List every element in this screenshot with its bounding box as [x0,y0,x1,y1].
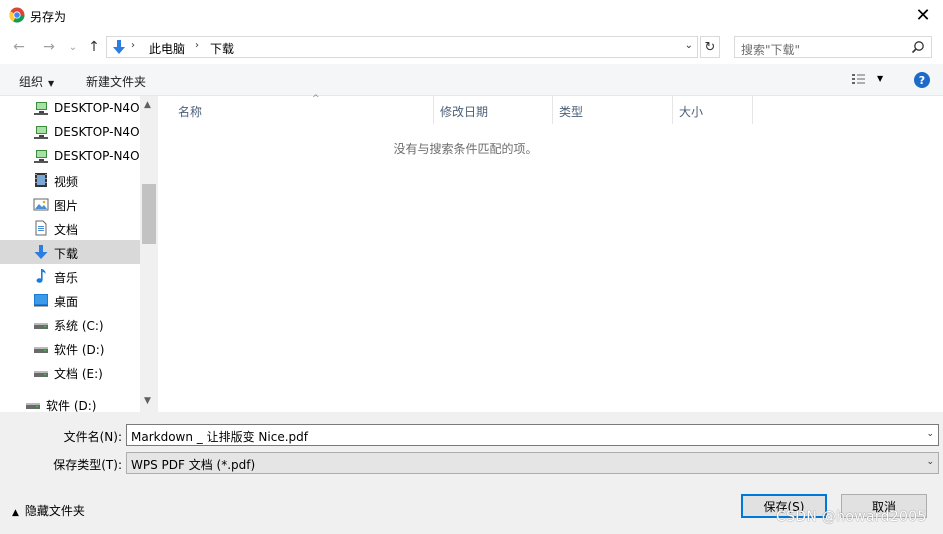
breadcrumb-downloads[interactable]: 下载 [210,40,234,57]
title-bar: 另存为 ✕ [0,0,943,32]
sidebar-scrollbar[interactable]: ▲ ▼ [140,96,158,412]
desktop-folder-icon [34,294,48,307]
video-folder-icon [35,173,47,187]
address-bar[interactable]: › 此电脑 › 下载 ⌄ [106,36,698,58]
chrome-icon [9,7,25,23]
sidebar-item-videos[interactable]: 视频 [0,168,140,192]
navigation-bar: ← → ⌄ ↑ › 此电脑 › 下载 ⌄ ↻ 搜索"下载" [0,32,943,62]
view-options-icon[interactable] [851,73,867,87]
empty-list-message: 没有与搜索条件匹配的项。 [393,142,538,156]
drive-icon [34,323,48,329]
network-computer-icon [34,102,48,115]
sidebar-item-drive-c[interactable]: 系统 (C:) [0,312,140,336]
drive-icon [34,371,48,377]
refresh-icon: ↻ [704,39,716,55]
organize-button[interactable]: 组织 ▼ [19,73,54,90]
sidebar-item-drive-e[interactable]: 文档 (E:) [0,360,140,384]
network-computer-icon [34,150,48,163]
recent-locations-button[interactable]: ⌄ [64,38,82,56]
back-button[interactable]: ← [10,38,28,56]
breadcrumb-separator[interactable]: › [195,40,199,51]
hide-folders-toggle[interactable]: ▲ 隐藏文件夹 [12,502,85,519]
drive-icon [34,347,48,353]
close-icon: ✕ [915,4,931,26]
sidebar-item-label: 视频 [54,175,79,189]
sidebar-item-label: 文档 [54,223,79,237]
command-toolbar: 组织 ▼ 新建文件夹 ▼ [0,64,943,96]
breadcrumb-separator[interactable]: › [131,40,135,51]
filename-label: 文件名(N): [63,430,122,444]
search-input[interactable]: 搜索"下载" [734,36,932,58]
column-header-name[interactable]: 名称 ^ [172,94,434,124]
new-folder-button[interactable]: 新建文件夹 [86,73,146,90]
drive-icon [26,403,40,409]
column-header-type[interactable]: 类型 [553,96,673,124]
sidebar-item-label: 音乐 [54,271,79,285]
sidebar-item-label: 软件 (D:) [54,343,105,357]
navigation-pane: DESKTOP-N4O DESKTOP-N4O DESKTOP-N4O 视频 图… [0,96,158,412]
scrollbar-thumb[interactable] [142,184,156,244]
organize-label: 组织 [19,75,44,89]
sidebar-item-documents[interactable]: 文档 [0,216,140,240]
sidebar-item-label: 图片 [54,199,79,213]
sidebar-item-pictures[interactable]: 图片 [0,192,140,216]
sidebar-item-label: DESKTOP-N4O [54,101,140,115]
view-caret-icon[interactable]: ▼ [877,74,883,83]
sidebar-item-drive-d[interactable]: 软件 (D:) [0,336,140,360]
sidebar-item-label: 下载 [54,247,79,261]
download-folder-icon [34,245,48,259]
file-list: 名称 ^ 修改日期 类型 大小 没有与搜索条件匹配的项。 [158,94,943,412]
sidebar-item-music[interactable]: 音乐 [0,264,140,288]
column-header-size[interactable]: 大小 [673,96,753,124]
column-label: 名称 [178,105,203,119]
window-title: 另存为 [30,10,67,24]
sidebar-item-label: 系统 (C:) [54,319,104,333]
search-icon [911,41,924,54]
sidebar-item-downloads[interactable]: 下载 [0,240,140,264]
sidebar-item-label: 文档 (E:) [54,367,103,381]
filetype-value: WPS PDF 文档 (*.pdf) [131,458,256,472]
search-placeholder: 搜索"下载" [741,43,801,57]
chevron-down-icon[interactable]: ⌄ [926,457,934,467]
hide-folders-label: 隐藏文件夹 [24,504,85,518]
documents-folder-icon [35,220,47,236]
breadcrumb-this-pc[interactable]: 此电脑 [149,40,185,57]
caret-up-icon: ▲ [12,508,19,518]
chevron-down-icon[interactable]: ⌄ [926,429,934,439]
caret-down-icon: ▼ [48,79,55,88]
sidebar-item-desktop-2[interactable]: DESKTOP-N4O [0,120,140,144]
music-folder-icon [36,269,46,283]
scroll-up-icon[interactable]: ▲ [144,100,151,110]
help-button[interactable]: ? [914,72,930,88]
forward-button[interactable]: → [40,38,58,56]
sort-ascending-icon: ^ [312,94,320,104]
sidebar-item-drive-d-2[interactable]: 软件 (D:) [0,392,140,412]
close-button[interactable]: ✕ [903,0,943,30]
up-button[interactable]: ↑ [85,38,103,56]
filetype-select[interactable]: WPS PDF 文档 (*.pdf) ⌄ [126,452,939,474]
address-dropdown-icon[interactable]: ⌄ [685,40,693,51]
watermark-text: CSDN @howard2005 [776,509,927,525]
network-computer-icon [34,126,48,139]
sidebar-item-label: DESKTOP-N4O [54,149,140,163]
pictures-folder-icon [33,198,49,211]
filename-value: Markdown _ 让排版变 Nice.pdf [131,430,308,444]
refresh-button[interactable]: ↻ [700,36,720,58]
save-options-pane: 文件名(N): Markdown _ 让排版变 Nice.pdf ⌄ 保存类型(… [0,412,943,534]
sidebar-item-desktop[interactable]: 桌面 [0,288,140,312]
download-icon [113,40,125,54]
sidebar-item-desktop-3[interactable]: DESKTOP-N4O [0,144,140,168]
scroll-down-icon[interactable]: ▼ [144,396,151,406]
sidebar-item-label: 软件 (D:) [46,399,97,412]
column-header-modified[interactable]: 修改日期 [434,96,553,124]
sidebar-item-label: 桌面 [54,295,79,309]
filename-input[interactable]: Markdown _ 让排版变 Nice.pdf ⌄ [126,424,939,446]
filetype-label: 保存类型(T): [53,458,122,472]
sidebar-item-label: DESKTOP-N4O [54,125,140,139]
sidebar-item-desktop-1[interactable]: DESKTOP-N4O [0,96,140,120]
